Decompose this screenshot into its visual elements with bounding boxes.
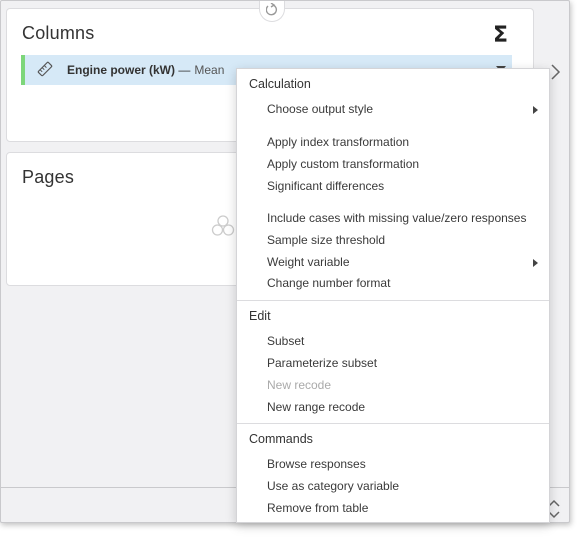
menu-item-apply-custom-transformation[interactable]: Apply custom transformation bbox=[267, 157, 419, 171]
menu-item-weight-variable[interactable]: Weight variable bbox=[267, 255, 350, 269]
rotate-icon[interactable] bbox=[259, 1, 285, 22]
menu-item-significant-differences[interactable]: Significant differences bbox=[267, 179, 384, 193]
menu-item-new-recode: New recode bbox=[267, 378, 332, 392]
menu-heading-calculation: Calculation bbox=[249, 77, 311, 91]
submenu-arrow-icon bbox=[533, 259, 538, 267]
menu-item-remove-from-table[interactable]: Remove from table bbox=[267, 501, 368, 515]
menu-item-use-as-category-variable[interactable]: Use as category variable bbox=[267, 479, 399, 493]
columns-title: Columns bbox=[22, 23, 95, 43]
menu-item-subset[interactable]: Subset bbox=[267, 334, 304, 348]
submenu-arrow-icon bbox=[533, 106, 538, 114]
menu-item-parameterize-subset[interactable]: Parameterize subset bbox=[267, 356, 377, 370]
menu-item-new-range-recode[interactable]: New range recode bbox=[267, 400, 365, 414]
menu-item-apply-index-transformation[interactable]: Apply index transformation bbox=[267, 135, 409, 149]
circles-icon bbox=[211, 215, 235, 242]
menu-item-choose-output-style[interactable]: Choose output style bbox=[267, 102, 373, 116]
chip-label: Engine power (kW) — Mean bbox=[67, 63, 224, 77]
context-menu: Calculation Choose output style Apply in… bbox=[236, 68, 550, 523]
menu-heading-commands: Commands bbox=[249, 432, 313, 446]
menu-item-include-missing-cases[interactable]: Include cases with missing value/zero re… bbox=[267, 211, 526, 225]
menu-heading-edit: Edit bbox=[249, 309, 271, 323]
sigma-icon[interactable]: Σ bbox=[493, 23, 508, 49]
menu-item-sample-size-threshold[interactable]: Sample size threshold bbox=[267, 233, 385, 247]
chip-statistic: Mean bbox=[194, 63, 225, 77]
menu-item-browse-responses[interactable]: Browse responses bbox=[267, 457, 366, 471]
menu-item-change-number-format[interactable]: Change number format bbox=[267, 276, 390, 290]
ruler-icon bbox=[37, 61, 53, 82]
chip-variable: Engine power (kW) bbox=[67, 63, 175, 77]
menu-divider bbox=[237, 300, 549, 301]
chevron-right-icon[interactable] bbox=[549, 63, 561, 86]
pages-title: Pages bbox=[22, 167, 75, 187]
menu-divider bbox=[237, 423, 549, 424]
chip-separator: — bbox=[178, 63, 191, 77]
